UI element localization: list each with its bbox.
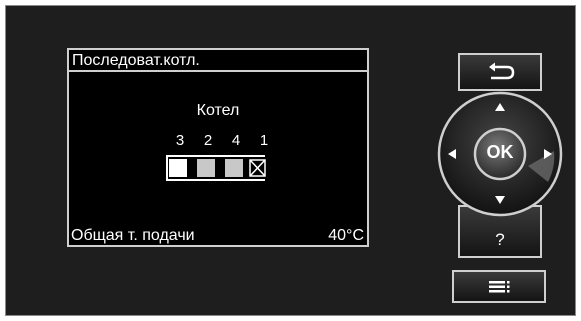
help-label: ?	[495, 230, 505, 249]
boiler-1-icon	[169, 159, 187, 177]
ok-label: OK	[486, 142, 514, 162]
menu-list-icon	[489, 281, 510, 293]
flow-temperature-value: 40°C	[328, 227, 364, 244]
boiler-2-icon	[197, 159, 215, 177]
screen-title-bar: Последоват.котл.	[69, 50, 367, 72]
flow-temperature-label: Общая т. подачи	[71, 227, 195, 244]
boiler-cascade-diagram	[166, 155, 266, 181]
boiler-sequence-number: 3	[175, 132, 185, 149]
return-arrow-icon	[489, 62, 515, 80]
back-button[interactable]	[458, 53, 542, 91]
boiler-3-icon	[225, 159, 243, 177]
boiler-sequence-number: 1	[259, 132, 269, 149]
screen-title: Последоват.котл.	[72, 52, 200, 69]
boiler-label: Котел	[196, 102, 240, 119]
boiler-sequence-number: 4	[231, 132, 241, 149]
display-screen: Последоват.котл. Котел 3 2 4 1 Общая т. …	[67, 48, 369, 247]
boiler-disabled-icon	[249, 159, 266, 177]
boiler-sequence-number: 2	[203, 132, 213, 149]
menu-button[interactable]	[452, 270, 546, 303]
